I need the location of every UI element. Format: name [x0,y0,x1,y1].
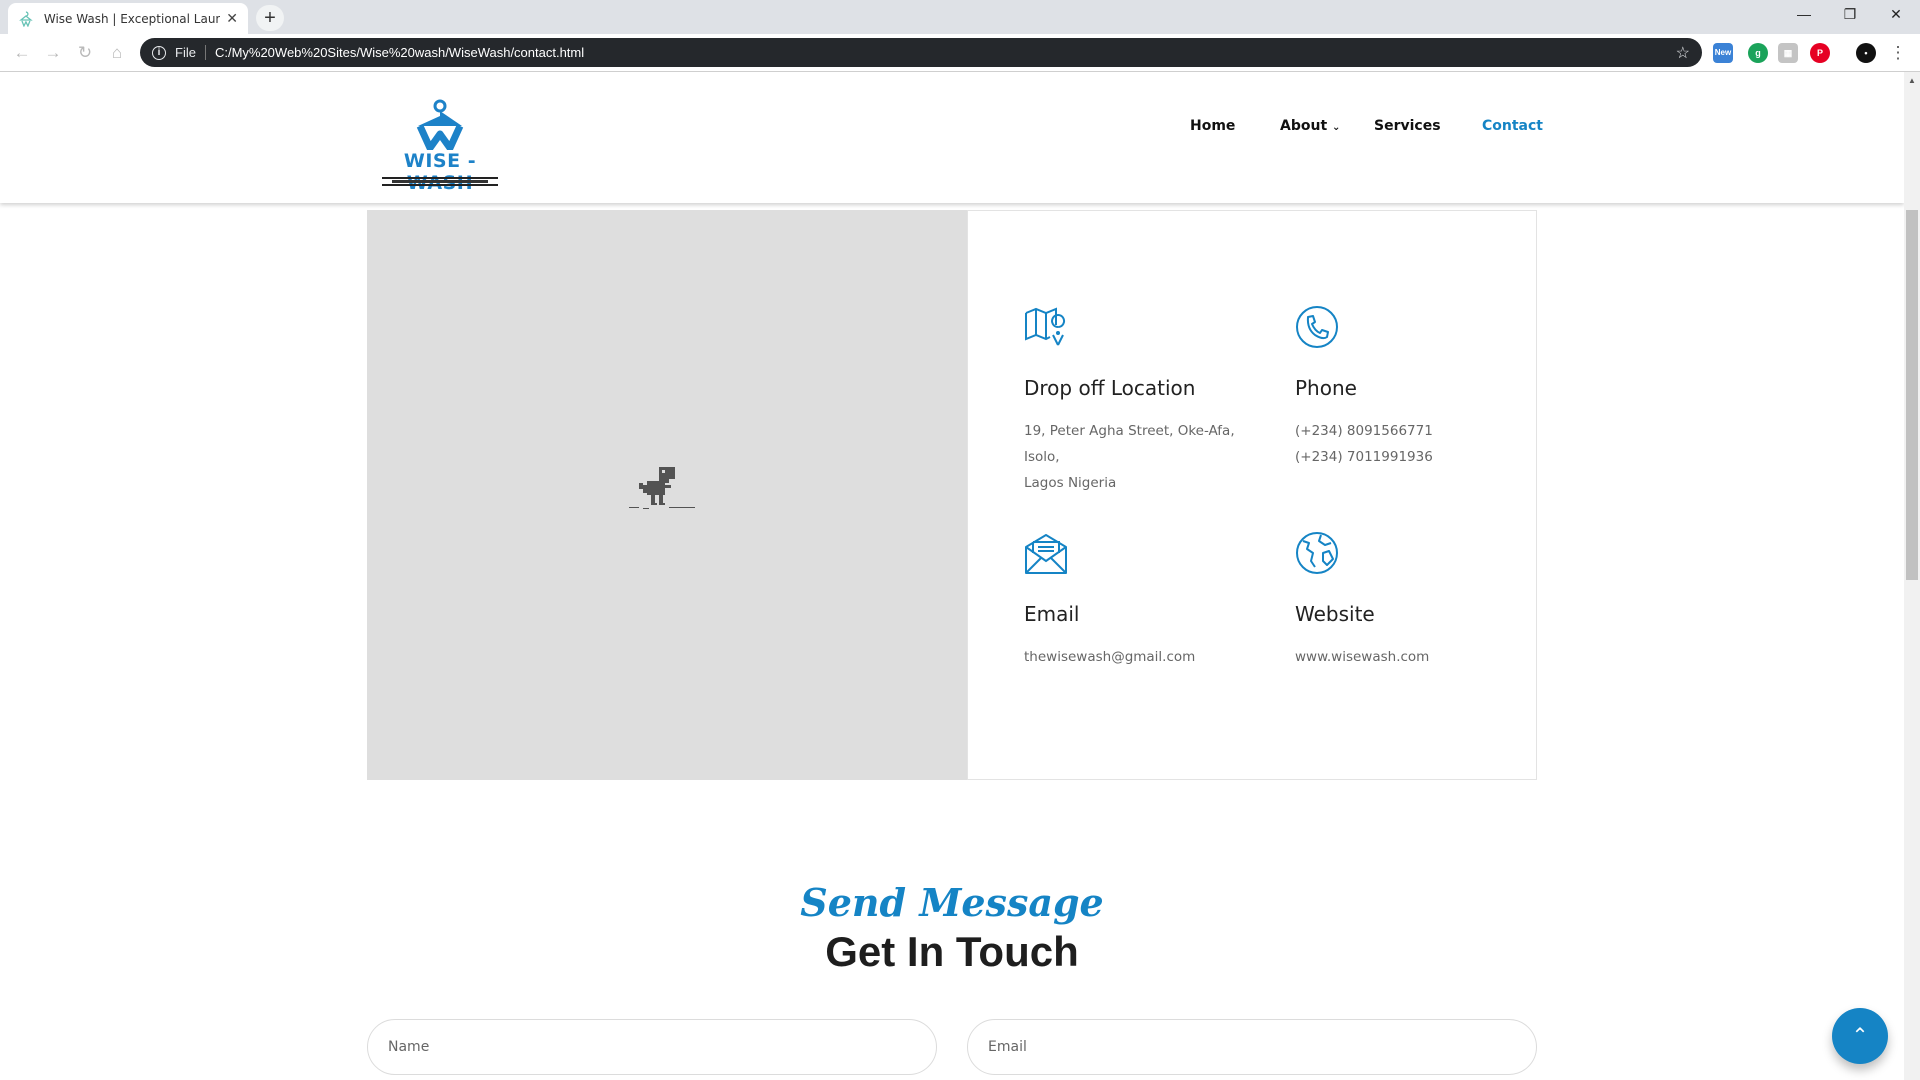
map-embed[interactable] [367,210,967,780]
location-block: Drop off Location 19, Peter Agha Street,… [1024,305,1274,496]
get-in-touch-title: Get In Touch [825,928,1079,975]
nav-about-label: About [1280,118,1328,134]
name-field[interactable] [367,1019,937,1075]
site-logo[interactable]: WISE - WASH [378,98,502,194]
back-to-top-button[interactable]: ⌃ [1832,1008,1888,1064]
email-field[interactable] [967,1019,1537,1075]
home-icon[interactable]: ⌂ [107,43,127,63]
minimize-icon[interactable]: — [1782,0,1826,30]
address-bar[interactable]: i File C:/My%20Web%20Sites/Wise%20wash/W… [140,38,1702,67]
chevron-down-icon: ⌄ [1332,122,1341,133]
nav-home[interactable]: Home [1190,118,1235,134]
send-message-subtitle: Send Message [800,880,1104,925]
pinterest-icon[interactable]: P [1810,43,1830,63]
info-icon[interactable]: i [152,45,166,60]
location-line-2: Lagos Nigeria [1024,475,1117,491]
forward-icon[interactable]: → [43,43,63,63]
browser-toolbar: ← → ↻ ⌂ i File C:/My%20Web%20Sites/Wise%… [0,34,1920,72]
browser-tab-bar: Wise Wash | Exceptional Laundry ✕ + — ❐ … [0,0,1920,34]
url-text[interactable]: C:/My%20Web%20Sites/Wise%20wash/WiseWash… [215,45,1676,60]
location-title: Drop off Location [1024,376,1196,400]
browser-menu-icon[interactable]: ⋮ [1888,43,1908,63]
website-title: Website [1295,602,1375,626]
website-block: Website www.wisewash.com [1295,531,1545,670]
hanger-w-logo-icon [416,99,464,152]
offline-dino-icon [629,467,695,509]
new-tab-button[interactable]: + [256,5,284,31]
window-close-icon[interactable]: ✕ [1874,0,1918,30]
site-header: WISE - WASH Home About ⌄ Services Contac… [0,72,1904,203]
email-title: Email [1024,602,1080,626]
phone-line-2[interactable]: (+234) 7011991936 [1295,444,1545,470]
email-block: Email thewisewash@gmail.com [1024,531,1274,670]
scrollbar-thumb[interactable] [1906,210,1918,580]
restore-icon[interactable]: ❐ [1828,0,1872,30]
map-pin-icon [1025,307,1066,346]
nav-contact[interactable]: Contact [1482,118,1543,134]
globe-icon [1296,532,1338,574]
extension-news-icon[interactable]: New [1713,43,1733,63]
back-icon[interactable]: ← [12,43,32,63]
phone-title: Phone [1295,376,1357,400]
scroll-up-icon[interactable]: ▲ [1908,76,1916,85]
email-line-1[interactable]: thewisewash@gmail.com [1024,644,1274,670]
phone-icon [1296,306,1338,348]
tab-title: Wise Wash | Exceptional Laundry [43,11,221,26]
page-scrollbar[interactable]: ▲ [1904,72,1920,1080]
website-line-1[interactable]: www.wisewash.com [1295,644,1545,670]
page-content: WISE - WASH Home About ⌄ Services Contac… [0,72,1904,1080]
tab-close-icon[interactable]: ✕ [226,10,238,27]
profile-avatar-icon[interactable]: • [1856,43,1876,63]
reload-icon[interactable]: ↻ [75,43,95,63]
contact-info-panel: Drop off Location 19, Peter Agha Street,… [967,210,1537,780]
location-line-1: 19, Peter Agha Street, Oke-Afa, Isolo, [1024,423,1235,465]
file-label: File [175,45,206,60]
bookmark-star-icon[interactable]: ☆ [1676,43,1690,63]
logo-tagline-lines [382,177,498,186]
phone-line-1[interactable]: (+234) 8091566771 [1295,418,1545,444]
chevron-up-icon: ⌃ [1851,1025,1869,1047]
nav-services[interactable]: Services [1374,118,1441,134]
phone-block: Phone (+234) 8091566771 (+234) 701199193… [1295,305,1545,470]
site-favicon-icon [19,10,33,27]
browser-tab[interactable]: Wise Wash | Exceptional Laundry ✕ [8,3,248,34]
envelope-icon [1025,534,1067,574]
extension-grammar-icon[interactable]: g [1748,43,1768,63]
extension-tool-icon[interactable]: ▦ [1778,43,1798,63]
nav-about[interactable]: About ⌄ [1280,118,1340,134]
